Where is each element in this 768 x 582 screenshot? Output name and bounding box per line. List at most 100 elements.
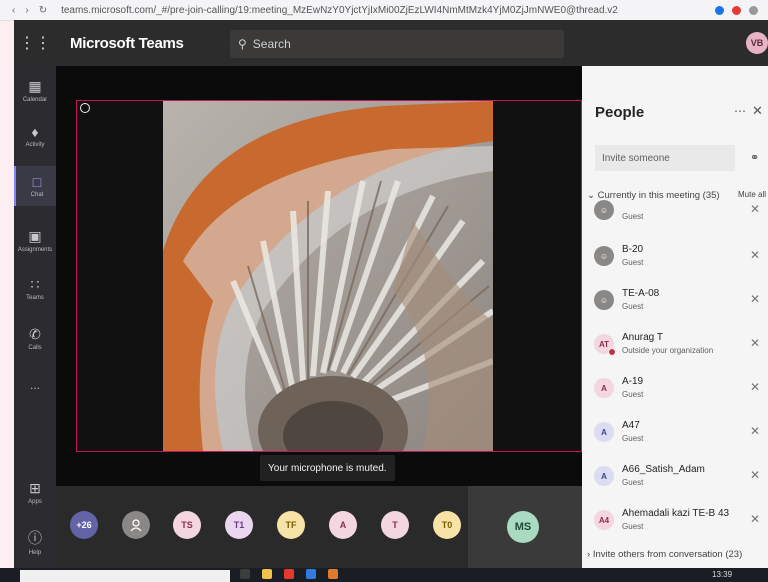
rail-item-calendar[interactable]: ▦ Calendar bbox=[14, 78, 56, 103]
close-icon[interactable]: ✕ bbox=[752, 103, 763, 119]
participant-name: A66_Satish_Adam bbox=[622, 464, 705, 475]
help-icon: ⓘ bbox=[28, 530, 42, 546]
rail-item-activity[interactable]: ♦ Activity bbox=[14, 124, 56, 148]
extension-icon[interactable] bbox=[732, 5, 741, 15]
participants-section-header[interactable]: ⌄ Currently in this meeting (35) bbox=[587, 190, 720, 201]
app-launcher-icon[interactable]: ⋮⋮ bbox=[14, 33, 56, 53]
browser-toolbar: ‹ › ↻ teams.microsoft.com/_#/pre-join-ca… bbox=[0, 0, 768, 21]
mic-off-icon: ✕ bbox=[750, 248, 761, 262]
search-box[interactable]: ⚲ Search bbox=[230, 30, 564, 58]
participant-tile-guest[interactable] bbox=[122, 511, 150, 539]
participant-name: Anurag T bbox=[622, 332, 663, 343]
participant-name: TE-A-08 bbox=[622, 288, 660, 299]
participant-role: Guest bbox=[622, 212, 644, 221]
rail-label: Chat bbox=[30, 192, 44, 198]
avatar: A bbox=[594, 422, 614, 442]
browser-extensions bbox=[715, 5, 768, 15]
participant-tile[interactable]: T bbox=[381, 511, 409, 539]
rail-label: Calendar bbox=[22, 97, 48, 103]
participant-row[interactable]: ☺ TE-A-08 Guest ✕ bbox=[594, 288, 766, 328]
forward-icon[interactable]: › bbox=[25, 5, 28, 16]
presence-busy-indicator bbox=[608, 348, 616, 356]
mic-off-icon: ✕ bbox=[750, 202, 761, 216]
avatar: A bbox=[594, 378, 614, 398]
rail-item-calls[interactable]: ✆ Calls bbox=[14, 326, 56, 351]
pinned-video-frame[interactable] bbox=[76, 100, 582, 452]
extension-icon[interactable] bbox=[715, 5, 724, 15]
participant-row[interactable]: A4 Ahemadali kazi TE-B 43 Guest ✕ bbox=[594, 508, 766, 548]
participant-row[interactable]: ☺ B-20 Guest ✕ bbox=[594, 244, 766, 284]
address-bar[interactable]: teams.microsoft.com/_#/pre-join-calling/… bbox=[61, 5, 715, 16]
avatar: A bbox=[594, 466, 614, 486]
teams-header: ⋮⋮ Microsoft Teams ⚲ Search VB bbox=[14, 20, 768, 66]
participant-role: Guest bbox=[622, 302, 644, 311]
mic-off-icon: ✕ bbox=[750, 336, 761, 350]
chevron-down-icon: ⌄ bbox=[587, 190, 595, 201]
participant-row[interactable]: AT Anurag T Outside your organization ✕ bbox=[594, 332, 766, 372]
participant-tile[interactable]: TF bbox=[277, 511, 305, 539]
self-avatar: MS bbox=[507, 511, 539, 543]
invite-someone-input[interactable]: Invite someone bbox=[595, 145, 735, 171]
participant-role: Guest bbox=[622, 478, 644, 487]
extension-icon[interactable] bbox=[749, 5, 758, 15]
participant-role: Guest bbox=[622, 258, 644, 267]
rail-item-teams[interactable]: ∷ Teams bbox=[14, 276, 56, 301]
app-icon[interactable] bbox=[328, 569, 338, 579]
rail-label: Calls bbox=[28, 345, 42, 351]
participant-row[interactable]: A A47 Guest ✕ bbox=[594, 420, 766, 460]
panel-title: People bbox=[595, 104, 645, 121]
participant-name: Ahemadali kazi TE-B 43 bbox=[622, 508, 730, 519]
folder-icon[interactable] bbox=[262, 569, 272, 579]
shared-video bbox=[163, 101, 493, 451]
mic-muted-toast: Your microphone is muted. bbox=[260, 455, 395, 481]
avatar: ☺ bbox=[594, 246, 614, 266]
taskbar-search[interactable] bbox=[20, 570, 230, 582]
invite-conversation-label: Invite others from conversation (23) bbox=[592, 549, 743, 560]
user-avatar[interactable]: VB bbox=[746, 32, 768, 54]
taskbar-clock: 13:39 bbox=[712, 570, 733, 579]
browser-icon[interactable] bbox=[284, 569, 294, 579]
os-taskbar: 13:39 bbox=[0, 568, 768, 582]
participant-name: B-20 bbox=[622, 244, 644, 255]
mute-all-button[interactable]: Mute all bbox=[738, 190, 766, 199]
more-options-icon[interactable]: ⋯ bbox=[734, 104, 746, 118]
pin-icon[interactable] bbox=[80, 103, 90, 113]
app-rail: ▦ Calendar ♦ Activity □ Chat ▣ Assignmen… bbox=[14, 66, 58, 568]
participant-row[interactable]: A A66_Satish_Adam Guest ✕ bbox=[594, 464, 766, 504]
self-video-tile[interactable]: MS bbox=[468, 486, 582, 568]
rail-label: Assignments bbox=[17, 247, 53, 253]
task-view-icon[interactable] bbox=[240, 569, 250, 579]
people-panel: People ⋯ ✕ Invite someone ⚭ ⌄ Currently … bbox=[582, 66, 768, 568]
reload-icon[interactable]: ↻ bbox=[39, 5, 47, 16]
chat-icon: □ bbox=[32, 174, 42, 190]
rail-label: Apps bbox=[28, 499, 42, 505]
app-title: Microsoft Teams bbox=[70, 34, 184, 52]
chevron-right-icon: › bbox=[587, 549, 591, 560]
participant-tile[interactable]: A bbox=[329, 511, 357, 539]
share-invite-icon[interactable]: ⚭ bbox=[750, 151, 759, 164]
overflow-participants-button[interactable]: +26 bbox=[70, 511, 98, 539]
participant-row[interactable]: A A-19 Guest ✕ bbox=[594, 376, 766, 416]
participant-role: Guest bbox=[622, 434, 644, 443]
rail-item-apps[interactable]: ⊞ Apps bbox=[14, 480, 56, 505]
participant-role: Outside your organization bbox=[622, 346, 714, 355]
participant-name: A-19 bbox=[622, 376, 644, 387]
teams-window: ⋮⋮ Microsoft Teams ⚲ Search VB ▦ Calenda… bbox=[14, 20, 768, 568]
participant-row[interactable]: ☺ Guest ✕ bbox=[594, 200, 766, 232]
back-icon[interactable]: ‹ bbox=[12, 5, 15, 16]
section-label: Currently in this meeting (35) bbox=[597, 190, 720, 201]
rail-item-help[interactable]: ⓘ Help bbox=[14, 528, 56, 556]
rail-item-chat[interactable]: □ Chat bbox=[14, 166, 58, 206]
calendar-icon: ▦ bbox=[28, 78, 42, 94]
participant-tile[interactable]: T0 bbox=[433, 511, 461, 539]
participant-tile[interactable]: TS bbox=[173, 511, 201, 539]
app-icon[interactable] bbox=[306, 569, 316, 579]
invite-from-conversation[interactable]: › Invite others from conversation (23) bbox=[587, 549, 742, 560]
avatar: ☺ bbox=[594, 290, 614, 310]
rail-item-assignments[interactable]: ▣ Assignments bbox=[14, 228, 56, 253]
mic-off-icon: ✕ bbox=[750, 380, 761, 394]
turbine-image bbox=[163, 101, 493, 451]
participant-role: Guest bbox=[622, 522, 644, 531]
rail-item-more[interactable]: ... bbox=[14, 378, 56, 392]
participant-tile[interactable]: T1 bbox=[225, 511, 253, 539]
